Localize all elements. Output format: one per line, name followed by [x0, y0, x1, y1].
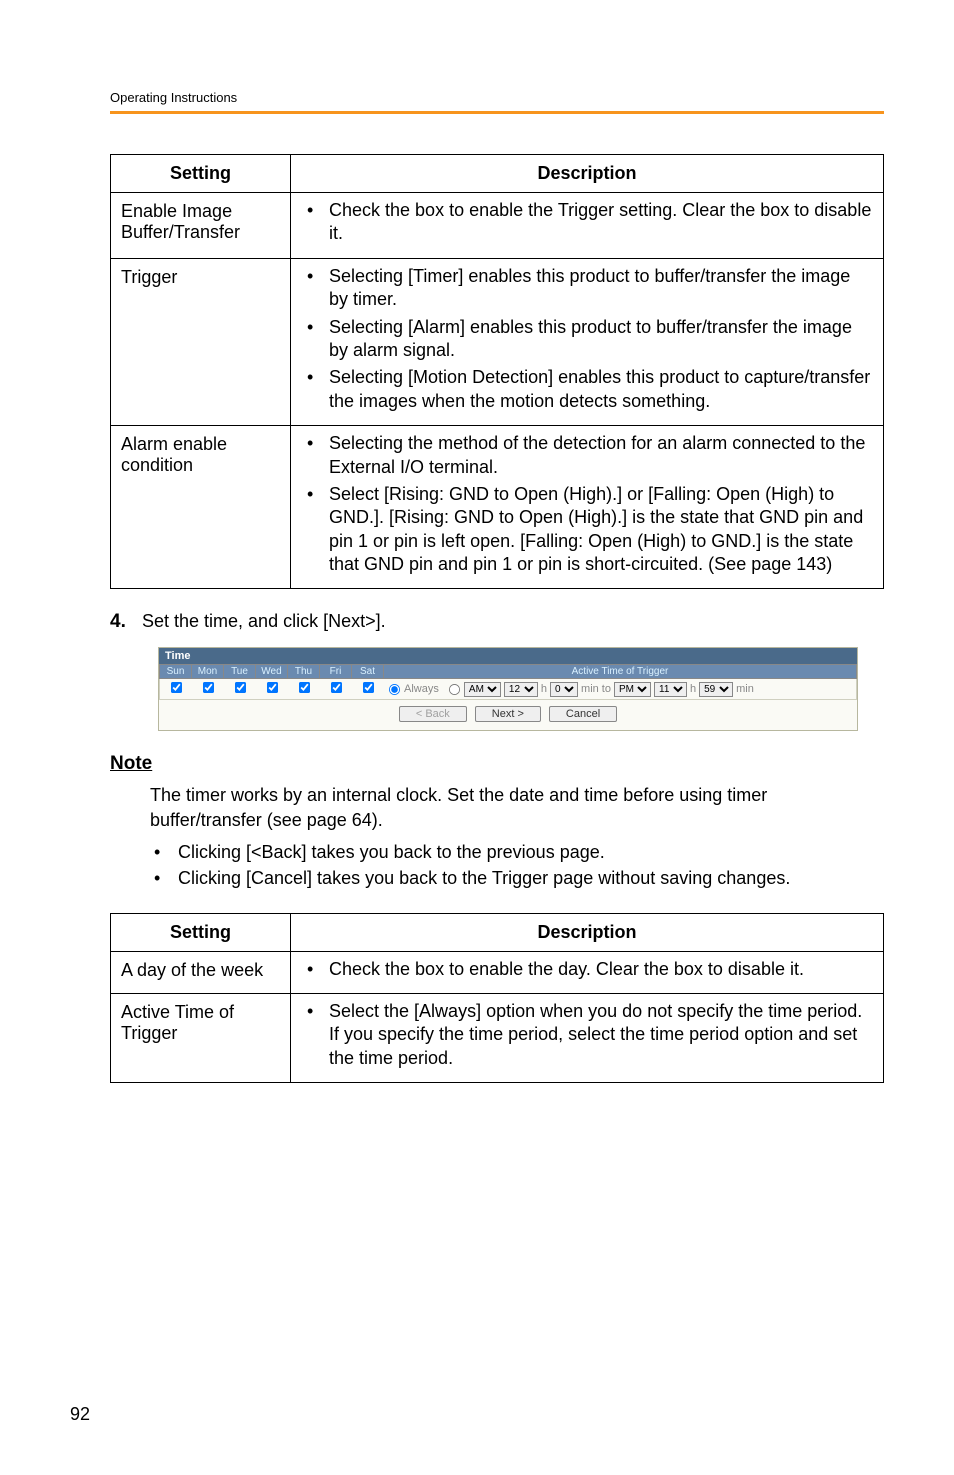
step-text: Set the time, and click [Next>].	[142, 611, 386, 632]
setting-name: A day of the week	[111, 951, 291, 993]
note-heading: Note	[110, 753, 884, 775]
table-row: A day of the week Check the box to enabl…	[111, 951, 884, 993]
setting-desc: Check the box to enable the Trigger sett…	[291, 193, 884, 259]
setting-name: Active Time of Trigger	[111, 994, 291, 1083]
table-row: Trigger Selecting [Timer] enables this p…	[111, 258, 884, 425]
back-button[interactable]: < Back	[399, 706, 467, 722]
col-description: Description	[291, 913, 884, 951]
next-button[interactable]: Next >	[475, 706, 541, 722]
setting-desc: Selecting [Timer] enables this product t…	[291, 258, 884, 425]
col-setting: Setting	[111, 913, 291, 951]
day-checkbox-tue[interactable]	[234, 682, 245, 693]
time-header-row: Sun Mon Tue Wed Thu Fri Sat Active Time …	[159, 664, 857, 679]
day-checkbox-thu[interactable]	[298, 682, 309, 693]
day-head-sat: Sat	[352, 665, 384, 678]
h-label: h	[541, 683, 547, 695]
bullet: Selecting the method of the detection fo…	[301, 432, 873, 479]
table-row: Active Time of Trigger Select the [Alway…	[111, 994, 884, 1083]
select-ampm-2[interactable]: PM	[614, 682, 651, 697]
trigger-cell: Always AM 12 h 0 min to PM 11 h 59 min	[384, 682, 856, 697]
select-hour-2[interactable]: 11	[654, 682, 687, 697]
day-checkbox-mon[interactable]	[202, 682, 213, 693]
day-head-thu: Thu	[288, 665, 320, 678]
day-head-tue: Tue	[224, 665, 256, 678]
select-min-2[interactable]: 59	[699, 682, 733, 697]
h-label-2: h	[690, 683, 696, 695]
setting-desc: Select the [Always] option when you do n…	[291, 994, 884, 1083]
button-row: < Back Next > Cancel	[159, 700, 857, 730]
bullet: Selecting [Timer] enables this product t…	[301, 265, 873, 312]
min-label: min	[736, 683, 754, 695]
note-list: Clicking [<Back] takes you back to the p…	[110, 840, 884, 891]
setting-desc: Selecting the method of the detection fo…	[291, 426, 884, 589]
setting-name: Alarm enable condition	[111, 426, 291, 589]
note-body: The timer works by an internal clock. Se…	[110, 783, 884, 832]
bullet: Check the box to enable the Trigger sett…	[301, 199, 873, 246]
radio-range[interactable]	[449, 684, 460, 695]
page-number: 92	[70, 1404, 90, 1425]
setting-desc: Check the box to enable the day. Clear t…	[291, 951, 884, 993]
step-row: 4. Set the time, and click [Next>].	[110, 611, 884, 633]
day-checkbox-wed[interactable]	[266, 682, 277, 693]
select-ampm-1[interactable]: AM	[464, 682, 501, 697]
col-description: Description	[291, 155, 884, 193]
trigger-head: Active Time of Trigger	[384, 665, 856, 678]
step-number: 4.	[110, 611, 142, 633]
day-head-sun: Sun	[160, 665, 192, 678]
day-head-fri: Fri	[320, 665, 352, 678]
bullet: Select [Rising: GND to Open (High).] or …	[301, 483, 873, 577]
header-divider	[110, 111, 884, 114]
page-header: Operating Instructions	[110, 90, 884, 105]
day-checkbox-fri[interactable]	[330, 682, 341, 693]
setting-name: Enable Image Buffer/Transfer	[111, 193, 291, 259]
note-bullet: Clicking [<Back] takes you back to the p…	[150, 840, 884, 864]
day-head-wed: Wed	[256, 665, 288, 678]
day-checkbox-sun[interactable]	[170, 682, 181, 693]
day-head-mon: Mon	[192, 665, 224, 678]
radio-always[interactable]	[389, 684, 400, 695]
settings-table-2: Setting Description A day of the week Ch…	[110, 913, 884, 1084]
select-min-1[interactable]: 0	[550, 682, 578, 697]
note-bullet: Clicking [Cancel] takes you back to the …	[150, 866, 884, 890]
minto-label: min to	[581, 683, 611, 695]
col-setting: Setting	[111, 155, 291, 193]
bullet: Selecting [Alarm] enables this product t…	[301, 316, 873, 363]
table-row: Enable Image Buffer/Transfer Check the b…	[111, 193, 884, 259]
bullet: Select the [Always] option when you do n…	[301, 1000, 873, 1070]
time-body-row: Always AM 12 h 0 min to PM 11 h 59 min	[159, 679, 857, 700]
select-hour-1[interactable]: 12	[504, 682, 538, 697]
table-row: Alarm enable condition Selecting the met…	[111, 426, 884, 589]
bullet: Selecting [Motion Detection] enables thi…	[301, 366, 873, 413]
always-label: Always	[404, 683, 439, 695]
cancel-button[interactable]: Cancel	[549, 706, 617, 722]
time-title: Time	[159, 648, 857, 664]
setting-name: Trigger	[111, 258, 291, 425]
settings-table-1: Setting Description Enable Image Buffer/…	[110, 154, 884, 589]
time-widget: Time Sun Mon Tue Wed Thu Fri Sat Active …	[158, 647, 858, 731]
day-checkbox-sat[interactable]	[362, 682, 373, 693]
bullet: Check the box to enable the day. Clear t…	[301, 958, 873, 981]
